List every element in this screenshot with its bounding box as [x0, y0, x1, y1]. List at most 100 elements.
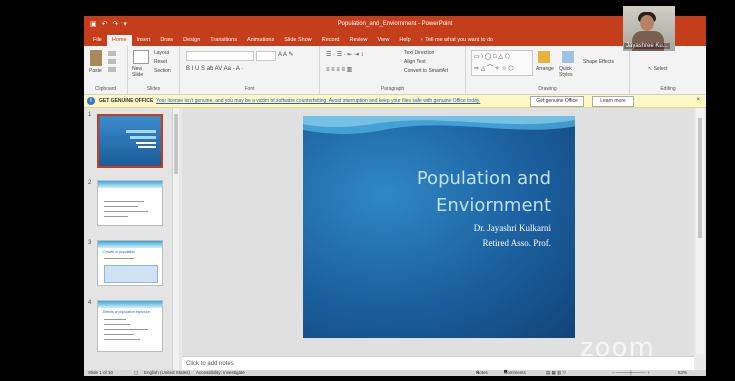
thumbnail-number: 3 — [88, 240, 92, 246]
license-warning-bar: i GET GENUINE OFFICE Your license isn't … — [84, 95, 706, 108]
arrange-icon[interactable] — [538, 51, 550, 63]
thumbnail-wave — [98, 181, 162, 188]
cut-icon[interactable] — [108, 51, 116, 56]
shapes-icons-row2: ⇨ △ ⌒ ✧ ☆ ⬡ — [474, 66, 514, 72]
paste-button[interactable]: Paste — [89, 68, 102, 74]
tab-slide-show[interactable]: Slide Show — [279, 35, 317, 46]
tab-file[interactable]: File — [88, 35, 107, 46]
slide-thumbnails-pane: 1 2 3 Growth in population 4 Effects of … — [84, 108, 180, 370]
layout-button[interactable]: Layout — [154, 50, 169, 56]
select-button[interactable]: ↖ Select — [648, 66, 668, 72]
thumbnail-subtitle-bar — [136, 142, 156, 144]
reset-button[interactable]: Reset — [154, 59, 167, 65]
thumbnail-slide-2[interactable] — [97, 180, 163, 226]
new-slide-icon[interactable] — [133, 50, 149, 64]
thumbnail-line — [104, 339, 140, 340]
tab-transitions[interactable]: Transitions — [205, 35, 242, 46]
ribbon-tabs: File Home Insert Draw Design Transitions… — [84, 33, 706, 46]
thumbnail-slide-3[interactable]: Growth in population — [97, 240, 163, 286]
warning-title: GET GENUINE OFFICE — [99, 98, 154, 104]
font-size-box[interactable] — [256, 51, 276, 61]
tab-help[interactable]: Help — [394, 35, 415, 46]
thumbnail-subtitle-bar — [138, 146, 156, 148]
view-buttons[interactable]: ▤ ▦ ▥ ▽ — [546, 370, 566, 376]
format-painter-icon[interactable] — [108, 67, 116, 72]
zoom-watermark: zoom — [580, 333, 655, 363]
tab-design[interactable]: Design — [178, 35, 205, 46]
list-buttons[interactable]: ☰ · ☰ · ⇤ ⇥ ↕ — [326, 51, 364, 58]
comments-toggle-label: Comments — [504, 370, 526, 375]
thumbnail-title-bar — [130, 136, 156, 139]
get-genuine-office-button[interactable]: Get genuine Office — [530, 96, 584, 107]
editing-label: Editing — [660, 86, 676, 92]
group-clipboard: Paste Clipboard — [84, 46, 128, 94]
arrange-button[interactable]: Arrange — [536, 66, 554, 72]
new-slide-button[interactable]: New Slide — [132, 66, 150, 78]
text-direction-button[interactable]: Text Direction — [404, 50, 434, 56]
thumbnail-slide-4[interactable]: Effects of population explosion — [97, 300, 163, 352]
thumbnail-wave — [98, 241, 162, 248]
shape-effects-button[interactable]: Shape Effects — [583, 59, 614, 65]
scrollbar-thumb[interactable] — [174, 114, 178, 174]
scrollbar-thumb[interactable] — [698, 118, 702, 238]
thumbnail-line — [104, 201, 144, 202]
tab-animations[interactable]: Animations — [242, 35, 279, 46]
tell-me-box[interactable]: ♀ Tell me what you want to do — [416, 35, 493, 46]
thumbnail-number: 2 — [88, 180, 92, 186]
thumbnail-slide-1[interactable] — [97, 114, 163, 168]
drawing-label: Drawing — [538, 86, 557, 92]
font-style-buttons[interactable]: B I U S ab AV Aa · A · — [186, 66, 243, 72]
learn-more-button[interactable]: Learn more — [592, 96, 634, 107]
zoom-level[interactable]: 63% — [678, 370, 687, 375]
tab-draw[interactable]: Draw — [155, 35, 178, 46]
section-button[interactable]: Section — [154, 68, 171, 74]
slide-subtitle-line-2[interactable]: Retired Asso. Prof. — [483, 238, 552, 248]
slide-subtitle-line-1[interactable]: Dr. Jayashri Kulkarni — [474, 223, 551, 233]
participant-face — [640, 15, 654, 31]
thumbnail-line — [104, 206, 138, 207]
close-icon[interactable]: × — [696, 97, 700, 103]
quick-styles-button[interactable]: Quick Styles — [559, 66, 579, 78]
copy-icon[interactable] — [108, 59, 116, 64]
slide-counter: Slide 1 of 10 — [88, 370, 114, 375]
zoom-slider[interactable]: − ———┼——— + — [612, 370, 650, 375]
thumbnail-title: Growth in population — [103, 250, 136, 254]
thumbnail-line — [104, 216, 128, 217]
tab-home[interactable]: Home — [106, 35, 132, 46]
tab-insert[interactable]: Insert — [132, 35, 156, 46]
tell-me-label: Tell me what you want to do — [425, 37, 494, 43]
warning-message[interactable]: Your license isn't genuine, and you may … — [156, 98, 480, 104]
slide-title-line-2[interactable]: Enviornment — [436, 195, 551, 216]
slides-label: Slides — [146, 86, 161, 92]
thumbnail-line — [104, 211, 148, 212]
thumbnail-line — [104, 324, 130, 325]
thumbnail-title: Effects of population explosion — [103, 310, 151, 314]
thumbnail-line — [104, 329, 148, 330]
thumbnail-line — [104, 258, 134, 259]
thumbnail-line — [104, 319, 126, 320]
current-slide[interactable]: Population and Enviornment Dr. Jayashri … — [303, 116, 575, 338]
paste-icon[interactable] — [90, 50, 102, 66]
group-editing: ↖ Select Editing — [630, 46, 706, 94]
tab-review[interactable]: Review — [344, 35, 372, 46]
font-grow-shrink-icons[interactable]: A A ✎ — [278, 51, 293, 58]
participant-video[interactable]: Jayashree Ku... — [623, 6, 675, 51]
tab-record[interactable]: Record — [317, 35, 345, 46]
language-indicator[interactable]: English (United States) — [144, 370, 190, 375]
convert-smartart-button[interactable]: Convert to SmartArt — [404, 68, 448, 74]
align-text-button[interactable]: Align Text — [404, 59, 426, 65]
thumbnails-scrollbar[interactable] — [172, 108, 179, 370]
status-bar: Slide 1 of 10 ▢ English (United States) … — [84, 370, 706, 376]
spellcheck-icon[interactable]: ▢ — [134, 370, 138, 376]
thumbnail-number: 4 — [88, 300, 92, 306]
font-name-box[interactable] — [186, 51, 254, 61]
slide-scrollbar[interactable] — [696, 108, 704, 354]
tab-view[interactable]: View — [373, 35, 395, 46]
shapes-gallery[interactable]: ▭ \ ◯ □ △ ⬠ ⇨ △ ⌒ ✧ ☆ ⬡ — [471, 50, 533, 76]
font-label: Font — [244, 86, 255, 92]
alignment-buttons[interactable]: ≡ ≡ ≡ ≡ ▥ — [326, 66, 352, 73]
quick-styles-icon[interactable] — [562, 51, 574, 63]
slide-title-line-1[interactable]: Population and — [417, 168, 551, 189]
accessibility-status[interactable]: Accessibility: Investigate — [196, 370, 245, 375]
select-label: Select — [653, 66, 668, 72]
